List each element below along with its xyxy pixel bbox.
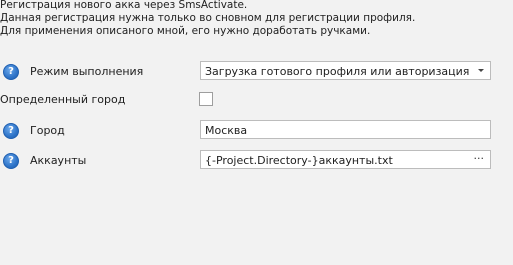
browse-button[interactable]: ··· [474,152,485,165]
specific-city-checkbox[interactable] [199,92,213,106]
mode-select-value: Загрузка готового профиля или авторизаци… [205,65,470,78]
accounts-label: Аккаунты [30,154,87,167]
city-input-value: Москва [205,124,248,137]
description-line-2: Данная регистрация нужна только во сновн… [0,12,416,24]
mode-label: Режим выполнения [30,65,144,78]
help-icon[interactable]: ? [3,123,19,139]
description: Регистрация нового акка через SmsActivat… [0,0,415,38]
setting-row-specific-city: Определенный город [0,91,513,115]
description-line-1: Регистрация нового акка через SmsActivat… [0,0,248,11]
accounts-file-path: {-Project.Directory-}аккаунты.txt [205,154,393,167]
specific-city-label: Определенный город [0,93,126,106]
mode-select[interactable]: Загрузка готового профиля или авторизаци… [200,61,491,80]
accounts-file-input[interactable]: {-Project.Directory-}аккаунты.txt ··· [200,150,491,169]
setting-row-mode: ? Режим выполнения Загрузка готового про… [0,61,513,85]
setting-row-city: ? Город Москва [0,120,513,144]
help-icon[interactable]: ? [3,64,19,80]
city-label: Город [30,124,65,137]
setting-row-accounts: ? Аккаунты {-Project.Directory-}аккаунты… [0,150,513,174]
help-icon[interactable]: ? [3,153,19,169]
chevron-down-icon[interactable] [478,69,484,72]
description-line-3: Для применения описаного мной, его нужно… [0,25,371,37]
city-input[interactable]: Москва [200,120,491,139]
